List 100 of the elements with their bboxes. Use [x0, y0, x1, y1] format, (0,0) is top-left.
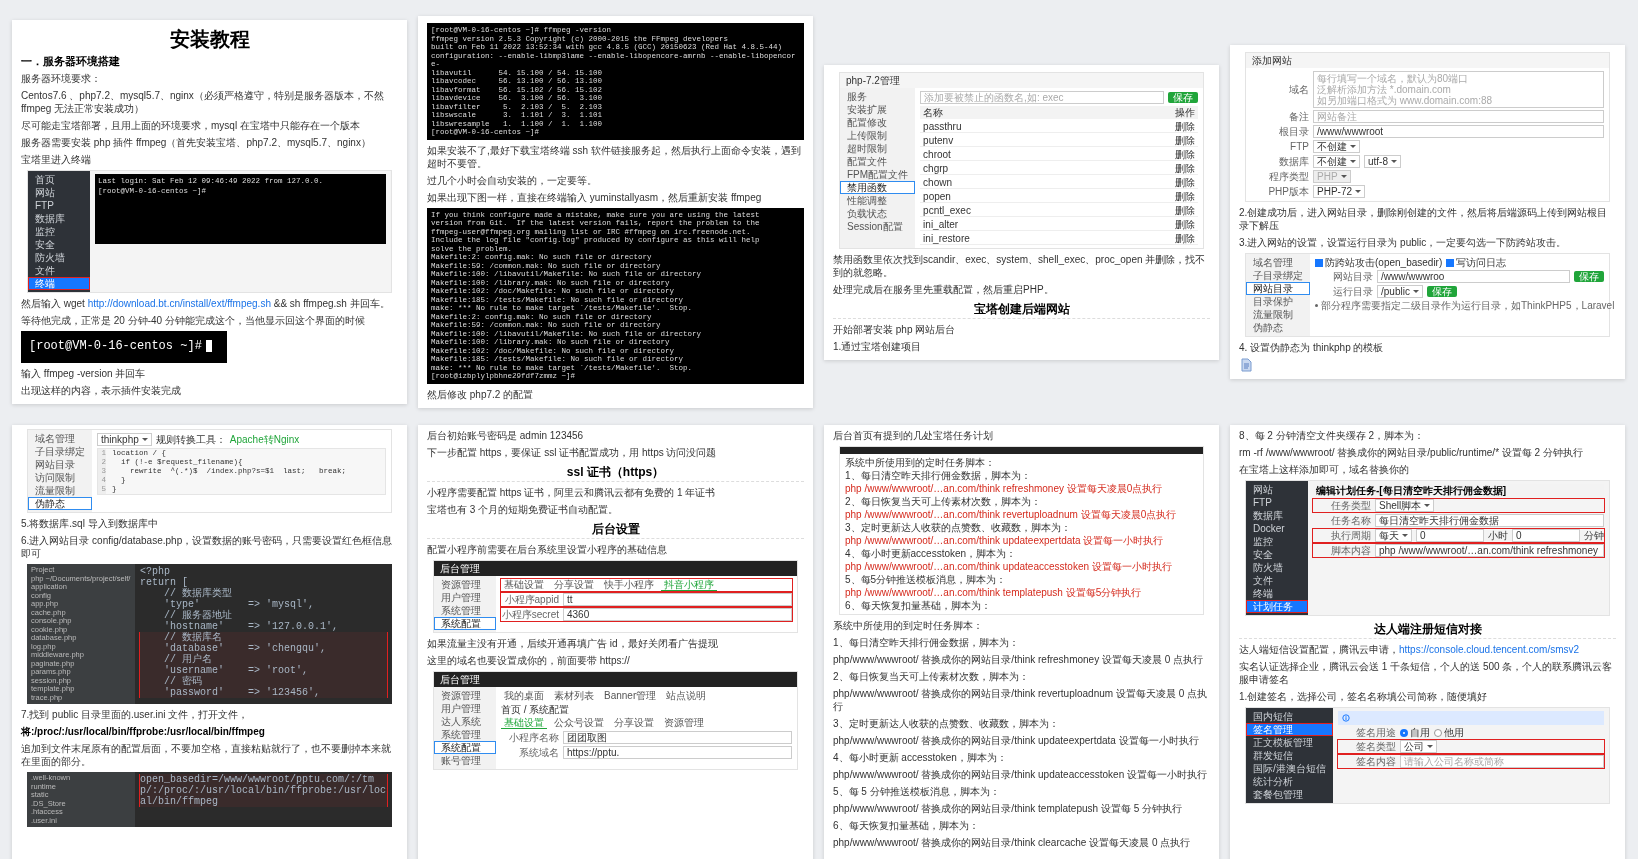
sidebar-item[interactable]: 伪静态 — [1246, 321, 1310, 334]
delete-link[interactable]: 删除 — [1175, 218, 1195, 230]
sidebar-item[interactable]: 子目录绑定 — [1246, 269, 1310, 282]
dropdown[interactable]: 不创建 — [1313, 140, 1360, 153]
sidebar-item[interactable]: 群发短信 — [1246, 749, 1333, 762]
sidebar-item[interactable]: 终端 — [28, 277, 90, 290]
dropdown[interactable]: 公司 — [1399, 740, 1437, 753]
tab[interactable]: 公众号设置 — [551, 717, 607, 729]
sidebar-item[interactable]: 子目录绑定 — [28, 445, 92, 458]
sidebar-item[interactable]: 数据库 — [28, 212, 90, 225]
delete-link[interactable]: 删除 — [1175, 120, 1195, 132]
checkbox[interactable] — [1446, 258, 1455, 267]
link[interactable]: http://download.bt.cn/install/ext/ffmpeg.sh — [87, 298, 271, 309]
input-field[interactable]: /www/wwwroo — [1377, 270, 1570, 283]
sidebar-item[interactable]: 用户管理 — [434, 702, 496, 715]
input-field[interactable]: 0 — [1416, 529, 1484, 542]
sidebar-item[interactable]: FTP — [1246, 496, 1308, 509]
radio-button[interactable] — [1433, 728, 1442, 737]
delete-link[interactable]: 删除 — [1175, 162, 1195, 174]
tab[interactable]: 分享设置 — [551, 579, 597, 591]
sidebar-item[interactable]: 达人系统 — [434, 715, 496, 728]
dropdown[interactable]: PHP-72 — [1313, 185, 1365, 198]
sidebar-item[interactable]: 伪静态 — [28, 497, 92, 510]
sidebar-item[interactable]: 网站 — [1246, 483, 1308, 496]
dropdown[interactable]: 每天 — [1375, 529, 1412, 542]
input-field[interactable]: tt — [563, 593, 792, 606]
sidebar-item[interactable]: 性能调整 — [840, 193, 916, 207]
delete-link[interactable]: 删除 — [1175, 148, 1195, 160]
sidebar-item[interactable]: Docker — [1246, 522, 1308, 535]
sidebar-item[interactable]: 访问限制 — [28, 471, 92, 484]
sidebar-item[interactable]: 防火墙 — [28, 251, 90, 264]
sidebar-item[interactable]: FTP — [28, 199, 90, 212]
dropdown[interactable]: utf-8 — [1364, 155, 1401, 168]
tab[interactable]: 分享设置 — [611, 717, 657, 729]
sidebar-item[interactable]: 网站目录 — [28, 458, 92, 471]
sidebar-item[interactable]: 套餐包管理 — [1246, 788, 1333, 801]
sidebar-item[interactable]: 安全 — [1246, 548, 1308, 561]
sidebar-item[interactable]: 统计分析 — [1246, 775, 1333, 788]
input-field[interactable]: https://pptu. — [563, 746, 792, 759]
sidebar-item[interactable]: 服务 — [840, 89, 916, 103]
input-field[interactable]: 4360 — [563, 608, 792, 621]
delete-link[interactable]: 删除 — [1175, 204, 1195, 216]
sidebar-item[interactable]: 资源管理 — [434, 578, 496, 591]
sidebar-item[interactable]: 系统配置 — [434, 741, 496, 754]
sidebar-item[interactable]: 首页 — [28, 173, 90, 186]
sidebar-item[interactable]: 数据库 — [1246, 509, 1308, 522]
sidebar-item[interactable]: 网站目录 — [1246, 282, 1310, 295]
sidebar-item[interactable]: 正文模板管理 — [1246, 736, 1333, 749]
delete-link[interactable]: 删除 — [1175, 134, 1195, 146]
sidebar-item[interactable]: 系统管理 — [434, 604, 496, 617]
dropdown[interactable]: /public — [1377, 285, 1423, 298]
sidebar-item[interactable]: 流量限制 — [28, 484, 92, 497]
delete-link[interactable]: 删除 — [1175, 176, 1195, 188]
sidebar-item[interactable]: 国际/港澳台短信 — [1246, 762, 1333, 775]
sidebar-item[interactable]: 域名管理 — [28, 432, 92, 445]
input-field[interactable]: 0 — [1512, 529, 1580, 542]
delete-link[interactable]: 删除 — [1175, 190, 1195, 202]
sidebar-item[interactable]: 域名管理 — [1246, 256, 1310, 269]
tab[interactable]: 素材列表 — [551, 690, 597, 702]
sidebar-item[interactable]: 流量限制 — [1246, 308, 1310, 321]
sidebar-item[interactable]: 终端 — [1246, 587, 1308, 600]
input-field[interactable]: /www/wwwroot — [1313, 125, 1604, 138]
sidebar-item[interactable]: 配置修改 — [840, 115, 916, 129]
delete-link[interactable]: 删除 — [1175, 232, 1195, 244]
sidebar-item[interactable]: 负载状态 — [840, 206, 916, 220]
dropdown[interactable]: 不创建 — [1313, 155, 1360, 168]
input-field[interactable]: 每日清空昨天排行佣金数据 — [1375, 514, 1604, 527]
sidebar-item[interactable]: 文件 — [28, 264, 90, 277]
sidebar-item[interactable]: 国内短信 — [1246, 710, 1333, 723]
sidebar-item[interactable]: 安装扩展 — [840, 102, 916, 116]
sidebar-item[interactable]: Session配置 — [840, 219, 916, 233]
input-field[interactable]: 团团取图 — [563, 731, 792, 744]
dropdown[interactable]: thinkphp — [97, 433, 152, 446]
sidebar-item[interactable]: 文件 — [1246, 574, 1308, 587]
sidebar-item[interactable]: 系统配置 — [434, 617, 496, 630]
checkbox[interactable] — [1315, 258, 1323, 267]
sidebar-item[interactable]: 禁用函数 — [840, 180, 916, 194]
sidebar-item[interactable]: 安全 — [28, 238, 90, 251]
sidebar-item[interactable]: 目录保护 — [1246, 295, 1310, 308]
tab[interactable]: Banner管理 — [601, 690, 660, 702]
sidebar-item[interactable]: 系统管理 — [434, 728, 496, 741]
tab[interactable]: 我的桌面 — [501, 690, 547, 702]
sidebar-item[interactable]: 超时限制 — [840, 141, 916, 155]
sidebar-item[interactable]: 资源管理 — [434, 689, 496, 702]
sidebar-item[interactable]: 用户管理 — [434, 591, 496, 604]
sidebar-item[interactable]: 计划任务 — [1246, 600, 1308, 613]
input-field[interactable]: php /www/wwwroot/…an.com/think refreshmoney — [1375, 544, 1604, 557]
sidebar-item[interactable]: 配置文件 — [840, 154, 916, 168]
tab[interactable]: 快手小程序 — [601, 579, 657, 591]
link[interactable]: https://console.cloud.tencent.com/smsv2 — [1399, 644, 1580, 655]
sidebar-item[interactable]: FPM配置文件 — [840, 167, 916, 181]
sidebar-item[interactable]: 网站 — [28, 186, 90, 199]
sidebar-item[interactable]: 监控 — [28, 225, 90, 238]
sidebar-item[interactable]: 签名管理 — [1246, 723, 1333, 736]
tab[interactable]: 基础设置 — [501, 579, 547, 591]
sidebar-item[interactable]: 监控 — [1246, 535, 1308, 548]
sidebar-item[interactable]: 账号管理 — [434, 754, 496, 767]
dropdown[interactable]: Shell脚本 — [1375, 499, 1435, 512]
tab[interactable]: 站点说明 — [663, 690, 710, 702]
sidebar-item[interactable]: 防火墙 — [1246, 561, 1308, 574]
